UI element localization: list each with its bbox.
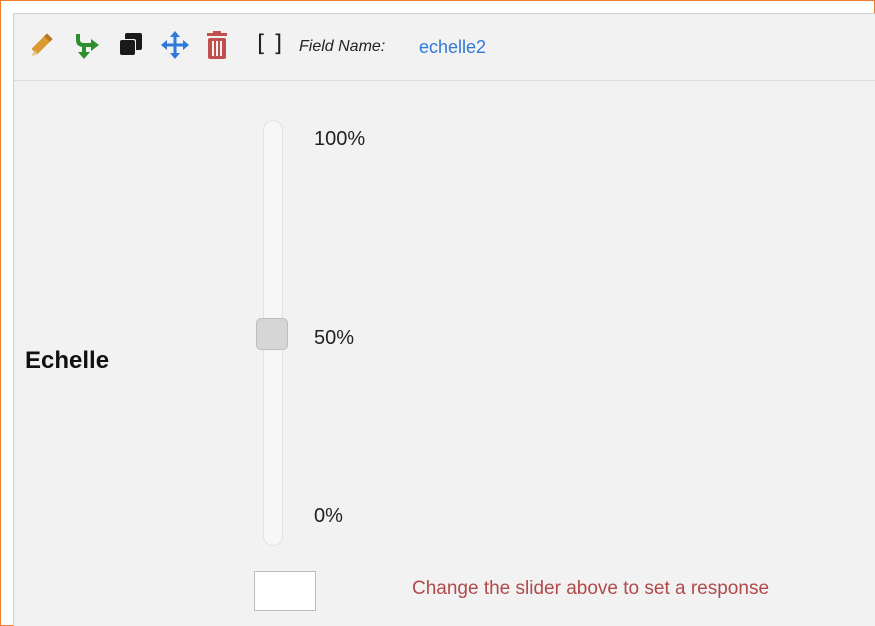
- question-label: Echelle: [25, 347, 110, 374]
- response-input[interactable]: [254, 571, 316, 611]
- slider-mid-label: 50%: [314, 327, 355, 349]
- pencil-icon[interactable]: [28, 30, 58, 60]
- brackets-text: [ ]: [257, 31, 283, 57]
- slider-hint-text: Change the slider above to set a respons…: [412, 578, 770, 599]
- field-name-label: Field Name:: [299, 38, 386, 55]
- move-icon[interactable]: [160, 30, 190, 60]
- trash-icon[interactable]: [202, 30, 232, 60]
- slider-max-label: 100%: [314, 128, 366, 150]
- field-panel: [ ] Field Name: echelle2 Echelle 100% 50…: [13, 13, 875, 626]
- field-name-value: echelle2: [419, 37, 487, 57]
- slider-thumb[interactable]: [256, 318, 288, 350]
- slider-min-label: 0%: [314, 505, 343, 527]
- outer-frame: [ ] Field Name: echelle2 Echelle 100% 50…: [0, 0, 875, 626]
- branch-icon[interactable]: [72, 30, 102, 60]
- copy-icon[interactable]: [116, 30, 146, 60]
- field-toolbar: [ ] Field Name: echelle2: [14, 14, 875, 81]
